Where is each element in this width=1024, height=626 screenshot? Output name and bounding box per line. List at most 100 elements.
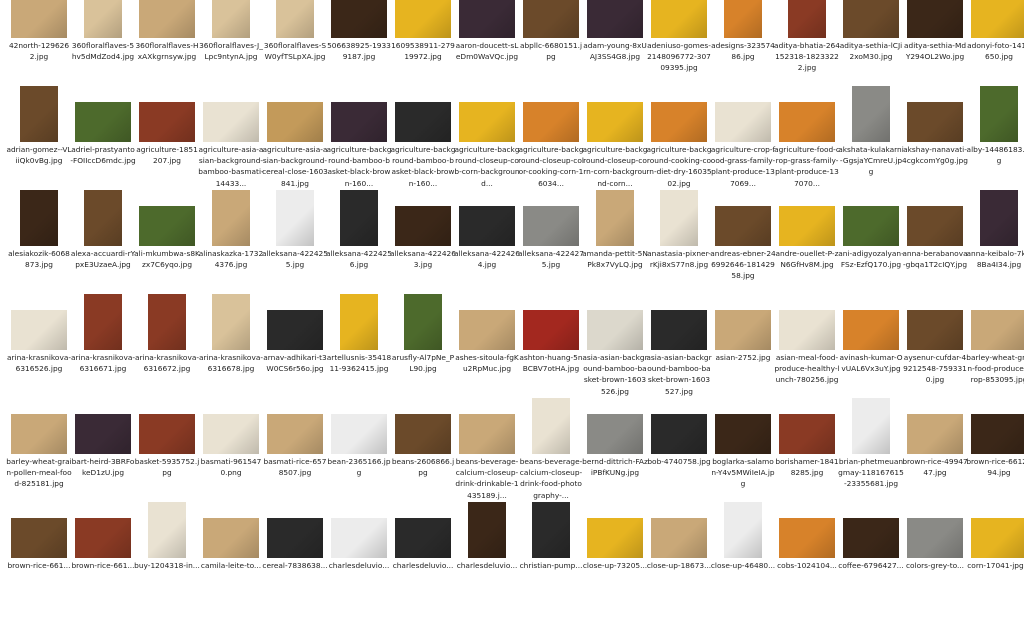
- file-item[interactable]: adam-young-8xUAJ3SS4G8.jpg: [583, 0, 647, 106]
- file-item[interactable]: cereal-7838638...: [262, 518, 328, 626]
- file-item[interactable]: camila-leite-to...: [200, 518, 262, 626]
- file-item[interactable]: agriculture-background-closeup-cob-corn-…: [454, 102, 520, 210]
- file-name: beans-beverage-calcium-closeup-drink-dri…: [455, 457, 519, 500]
- file-item[interactable]: beans-2606866.jpg: [392, 414, 454, 522]
- file-thumbnail: [212, 294, 250, 350]
- file-item[interactable]: charlesdeluvio...: [456, 502, 518, 626]
- file-item[interactable]: barley-wheat-grain-food-produce-crop-853…: [966, 310, 1024, 418]
- file-item[interactable]: agriculture-crop-food-grass-family-plant…: [711, 102, 775, 210]
- file-thumbnail: [331, 518, 387, 558]
- file-item[interactable]: close-up-18673...: [647, 518, 711, 626]
- file-name: anastasia-pixner-rKji8xS77n8.jpg: [647, 249, 711, 270]
- file-name: basmati-rice-6578507.jpg: [263, 457, 327, 478]
- file-item[interactable]: agriculture-background-bamboo-basket-bla…: [390, 102, 456, 210]
- file-item[interactable]: brown-rice-661...: [7, 518, 71, 626]
- file-item[interactable]: cobs-1024104...: [776, 518, 838, 626]
- file-item[interactable]: charlesdeluvio...: [392, 518, 454, 626]
- file-thumbnail: [843, 0, 899, 38]
- file-thumbnail: [459, 102, 515, 142]
- file-item[interactable]: agriculture-1851207.jpg: [136, 102, 198, 210]
- file-item[interactable]: adeniuso-gomes-2148096772-30709395.jpg: [647, 0, 711, 106]
- file-item[interactable]: alleksana-4224255.jpg: [262, 190, 328, 314]
- file-thumbnail: [148, 502, 186, 558]
- file-item[interactable]: 360floralflaves-5hv5dMdZod4.jpg: [72, 0, 134, 106]
- file-item[interactable]: arina-krasnikova-6316672.jpg: [135, 294, 199, 418]
- file-thumbnail: [587, 0, 643, 38]
- file-item[interactable]: arnav-adhikari-t3W0CS6r56o.jpg: [263, 310, 327, 418]
- file-item[interactable]: colors-grey-to...: [904, 518, 966, 626]
- file-item[interactable]: basmati-rice-6578507.jpg: [263, 414, 327, 522]
- file-item[interactable]: akshata-kulakarni-GgsjaYCmreU.jpg: [838, 86, 904, 210]
- file-item[interactable]: 360floralflaves-J_Lpc9ntynA.jpg: [199, 0, 263, 106]
- file-item[interactable]: borishamer-18418285.jpg: [775, 414, 839, 522]
- file-item[interactable]: bart-heird-3BRFokeD1zU.jpg: [72, 414, 134, 522]
- file-item[interactable]: asia-asian-background-bamboo-basket-brow…: [646, 310, 712, 418]
- file-item[interactable]: brian-phetmeuangmay-118167615-23355681.j…: [838, 398, 904, 522]
- file-item[interactable]: adesigns-32357486.jpg: [711, 0, 775, 106]
- file-item[interactable]: charlesdeluvio...: [328, 518, 390, 626]
- file-item[interactable]: ani-adigyozalyan-FSz-EzfQ170.jpg: [838, 206, 904, 314]
- file-thumbnail: [20, 86, 58, 142]
- file-item[interactable]: aditya-bhatia-264152318-18233222.jpg: [774, 0, 840, 106]
- file-item[interactable]: aysenur-cufdar-49212548-7593310.jpg: [903, 310, 967, 418]
- file-item[interactable]: christian-pump...: [520, 502, 582, 626]
- file-name: aditya-bhatia-264152318-18233222.jpg: [774, 41, 840, 73]
- file-item[interactable]: alleksana-4224264.jpg: [454, 206, 520, 314]
- file-item[interactable]: arina-krasnikova-6316671.jpg: [71, 294, 135, 418]
- file-item[interactable]: 360floralflaves-SW0yfTSLpXA.jpg: [264, 0, 326, 106]
- file-item[interactable]: aditya-sethia-MdY294OL2Wo.jpg: [904, 0, 966, 106]
- file-item[interactable]: agriculture-background-closeup-color-coo…: [518, 102, 584, 210]
- file-item[interactable]: 506638925-19339187.jpg: [327, 0, 391, 106]
- file-thumbnail: [212, 190, 250, 246]
- file-item[interactable]: 1609538911-27919972.jpg: [391, 0, 455, 106]
- file-item[interactable]: alesiakozik-6068873.jpg: [8, 190, 70, 314]
- file-thumbnail: [139, 0, 195, 38]
- file-item[interactable]: asia-asian-background-bamboo-basket-brow…: [582, 310, 648, 418]
- file-thumbnail: [459, 414, 515, 454]
- file-name: alleksana-4224275.jpg: [518, 249, 584, 270]
- file-item[interactable]: basmati-9615470.png: [200, 414, 262, 522]
- file-name: 360floralflaves-J_Lpc9ntynA.jpg: [199, 41, 263, 62]
- file-item[interactable]: abpllc-6680151.jpg: [520, 0, 582, 106]
- file-item[interactable]: akshay-nanavati-4cgkcomYg0g.jpg: [902, 102, 968, 210]
- file-thumbnail: [980, 190, 1018, 246]
- file-item[interactable]: corn-17041-jpg...: [967, 518, 1024, 626]
- file-name: charlesdeluvio...: [328, 561, 390, 570]
- file-item[interactable]: brown-rice-6612194.jpg: [966, 414, 1024, 522]
- file-item[interactable]: anna-berabanova-gbqa1T2cIQY.jpg: [902, 206, 968, 314]
- file-item[interactable]: bob-4740758.jpg: [647, 414, 711, 522]
- file-item[interactable]: bernd-dittrich-FAziPBfKUNg.jpg: [582, 414, 648, 522]
- file-item[interactable]: coffee-6796427...: [838, 518, 904, 626]
- file-item[interactable]: arina-krasnikova-6316678.jpg: [199, 294, 263, 418]
- file-item[interactable]: aaron-doucett-sLeDm0WaVQc.jpg: [456, 0, 518, 106]
- file-thumbnail: [971, 414, 1024, 454]
- file-item[interactable]: arina-krasnikova-6316526.jpg: [7, 310, 71, 418]
- file-item[interactable]: brown-rice-4994747.jpg: [902, 414, 968, 522]
- file-item[interactable]: barley-wheat-grain-pollen-meal-food-8251…: [6, 414, 72, 522]
- file-item[interactable]: close-up-46480...: [711, 502, 775, 626]
- file-item[interactable]: anastasia-pixner-rKji8xS77n8.jpg: [647, 190, 711, 314]
- file-item[interactable]: asian-meal-food-produce-healthy-lunch-78…: [774, 310, 840, 418]
- file-item[interactable]: ashes-sitoula-fgKu2RpMuc.jpg: [455, 310, 519, 418]
- file-item[interactable]: andre-ouellet-P-zN6GfHv8M.jpg: [776, 206, 838, 314]
- file-item[interactable]: buy-1204318-in...: [134, 502, 200, 626]
- file-item[interactable]: alleksana-4224275.jpg: [518, 206, 584, 314]
- file-item[interactable]: asian-2752.jpg: [712, 310, 774, 418]
- file-thumbnail: [11, 0, 67, 38]
- file-name: agriculture-background-closeup-cob-corn-…: [454, 145, 520, 188]
- file-thumbnail: [331, 414, 387, 454]
- file-item[interactable]: arusfly-Al7pNe_PL90.jpg: [392, 294, 454, 418]
- file-item[interactable]: artellusnis-3541811-9362415.jpg: [327, 294, 391, 418]
- file-item[interactable]: close-up-73205...: [583, 518, 647, 626]
- file-name: 506638925-19339187.jpg: [327, 41, 391, 62]
- file-item[interactable]: anna-keibalo-7k-r8Ba4I34.jpg: [967, 190, 1024, 314]
- file-name: agriculture-background-closeup-color-coo…: [518, 145, 584, 188]
- file-item[interactable]: bean-2365166.jpg: [327, 414, 391, 522]
- file-item[interactable]: 360floralflaves-HxAXkgrnsyw.jpg: [135, 0, 199, 106]
- file-name: basmati-9615470.png: [200, 457, 262, 478]
- file-item[interactable]: amanda-pettit-5NPk8x7VyLQ.jpg: [582, 190, 648, 314]
- file-item[interactable]: agriculture-food-crop-grass-family-plant…: [774, 102, 840, 210]
- file-item[interactable]: andreas-ebner-246992646-18142958.jpg: [710, 206, 776, 314]
- file-item[interactable]: brown-rice-661...: [71, 518, 135, 626]
- file-name: alinaskazka-17324376.jpg: [198, 249, 264, 270]
